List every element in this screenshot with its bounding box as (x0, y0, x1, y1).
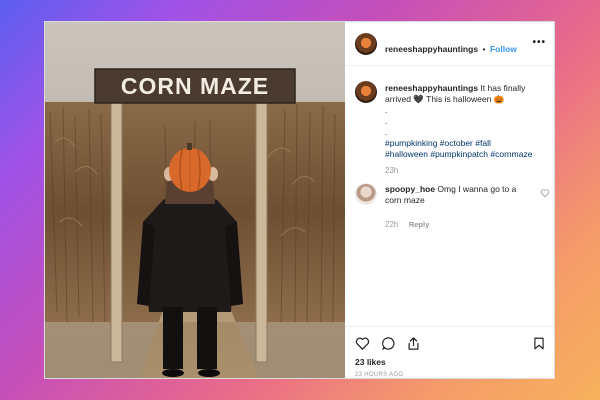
commenter-avatar[interactable] (355, 183, 377, 205)
caption-dot-3: . (385, 127, 388, 137)
hashtags-line2[interactable]: #halloween #pumpkinpatch #cornmaze (385, 149, 550, 160)
share-icon[interactable] (406, 336, 421, 351)
reply-button[interactable]: Reply (409, 220, 429, 229)
post-sidebar: reneeshappyhauntings • Follow ••• renees… (345, 22, 554, 378)
caption-dot-1: . (385, 105, 388, 115)
separator-dot: • (482, 44, 486, 54)
caption-avatar[interactable] (355, 81, 377, 103)
post-timestamp: 23 HOURS AGO (355, 372, 404, 378)
action-bar: 23 likes 23 HOURS AGO (345, 326, 554, 378)
caption-text-line2: arrived 🖤 This is halloween 🎃 (385, 94, 505, 104)
sign-text: CORN MAZE (121, 73, 269, 99)
comment-time[interactable]: 22h (385, 220, 398, 229)
likes-count[interactable]: 23 likes (355, 357, 386, 367)
corn-maze-photo-art: CORN MAZE (45, 22, 345, 378)
small-heart-icon[interactable] (540, 188, 550, 198)
comment-icon[interactable] (381, 336, 396, 351)
caption-dot-2: . (385, 116, 388, 126)
more-options-icon[interactable]: ••• (532, 37, 546, 48)
comment-text-line1: Omg I wanna go to a (435, 184, 517, 194)
caption-text-line1: It has finally (478, 83, 526, 93)
instagram-post-card: CORN MAZE reneeshappyhauntings • Follow … (44, 21, 555, 379)
author-avatar[interactable] (355, 33, 377, 55)
comment-text-line2: corn maze (385, 195, 425, 205)
heart-icon[interactable] (355, 336, 370, 351)
post-header: reneeshappyhauntings • Follow ••• (345, 22, 554, 66)
author-username[interactable]: reneeshappyhauntings (385, 44, 478, 54)
comment-block: spoopy_hoe Omg I wanna go to a corn maze… (385, 184, 535, 232)
comment-username[interactable]: spoopy_hoe (385, 184, 435, 194)
hashtags-line1[interactable]: #pumpkinking #october #fall (385, 138, 550, 149)
bookmark-icon[interactable] (532, 336, 546, 351)
caption-block: reneeshappyhauntings It has finally arri… (385, 83, 550, 175)
caption-time[interactable]: 23h (385, 166, 550, 175)
post-photo[interactable]: CORN MAZE (45, 22, 345, 378)
caption-username[interactable]: reneeshappyhauntings (385, 83, 478, 93)
follow-button[interactable]: Follow (490, 44, 517, 54)
